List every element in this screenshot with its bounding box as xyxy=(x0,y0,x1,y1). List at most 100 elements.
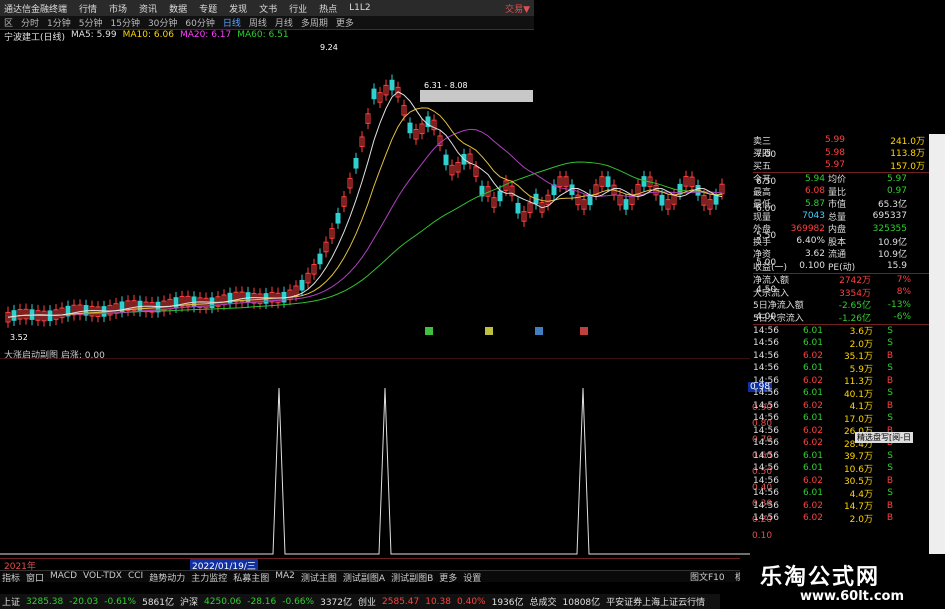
period-tab[interactable]: 周线 xyxy=(249,16,267,29)
cy-pct: 0.40% xyxy=(457,596,486,607)
tick-list[interactable]: 14:56 6.01 3.6万 S 14:56 6.01 2.0万 S 14:56 6.02 35.… xyxy=(753,323,929,525)
stat-label: PE(动) xyxy=(828,262,856,273)
sub-indicator-chart[interactable] xyxy=(0,358,750,558)
period-tab[interactable]: 1分钟 xyxy=(47,16,71,29)
indicator-tab[interactable]: CCI xyxy=(128,571,143,582)
stat-row: 外盘 369982 内盘 325355 xyxy=(753,223,929,236)
menu-hot[interactable]: 热点 xyxy=(319,2,337,15)
candlestick-chart[interactable]: 6.31 - 8.08 9.24 3.52 xyxy=(0,42,750,347)
trade-button[interactable]: 交易▼ xyxy=(505,2,534,15)
menu-market[interactable]: 市场 xyxy=(109,2,127,15)
indicator-tab[interactable]: 测试副图A xyxy=(343,571,385,584)
flow-pct: -6% xyxy=(893,312,911,323)
tick-price: 6.01 xyxy=(802,488,823,499)
indicator-tab[interactable]: 设置 xyxy=(463,571,481,584)
indicator-tab[interactable]: 趋势动力 xyxy=(149,571,185,584)
stat-value: 6.40% xyxy=(796,236,825,247)
timeline[interactable]: 2021年 2022/01/19/三 xyxy=(0,558,750,572)
status-bar: 上证 3285.38 -20.03 -0.61% 5861亿 沪深 4250.0… xyxy=(0,594,720,609)
indicator-tab[interactable]: 测试副图B xyxy=(391,571,433,584)
indicator-tab[interactable]: 窗口 xyxy=(26,571,44,584)
tick-time: 14:56 xyxy=(753,413,779,424)
stat-label: 股本 xyxy=(828,237,847,248)
ma10-line xyxy=(7,107,723,318)
menu-industry[interactable]: 行业 xyxy=(289,2,307,15)
period-tab[interactable]: 月线 xyxy=(275,16,293,29)
tick-row: 14:56 6.02 11.3万 B xyxy=(753,375,929,388)
period-tab[interactable]: 5分钟 xyxy=(79,16,103,29)
tick-volume: 11.3万 xyxy=(843,377,873,388)
stat-row: 收益(一) 0.100 PE(动) 15.9 xyxy=(753,260,929,273)
tick-side: S xyxy=(887,413,893,424)
indicator-tab[interactable]: VOL-TDX xyxy=(83,571,122,582)
sz-pct: -0.66% xyxy=(282,596,315,607)
tick-price: 6.01 xyxy=(802,338,823,349)
news-ticker[interactable]: 平安证券上海上证云行情 xyxy=(606,595,705,608)
tick-row: 14:56 6.02 30.5万 B xyxy=(753,475,929,488)
flow-value: -2.65亿 xyxy=(838,301,871,312)
menu-l1l2[interactable]: L1L2 xyxy=(349,3,370,13)
ma20-value: MA20: 6.17 xyxy=(179,30,232,40)
indicator-tab[interactable]: 测试主图 xyxy=(301,571,337,584)
indicator-tab[interactable]: 主力监控 xyxy=(191,571,227,584)
period-tab[interactable]: 更多 xyxy=(336,16,354,29)
cy-amount: 1936亿 xyxy=(491,598,524,608)
menu-docs[interactable]: 文书 xyxy=(259,2,277,15)
tick-price: 6.01 xyxy=(802,413,823,424)
indicator-tab[interactable]: MACD xyxy=(50,571,77,582)
stat-row: 最低 5.87 市值 65.3亿 xyxy=(753,198,929,211)
period-tab[interactable]: 60分钟 xyxy=(185,16,214,29)
period-tab[interactable]: 15分钟 xyxy=(111,16,140,29)
indicator-tab[interactable]: 更多 xyxy=(439,571,457,584)
tick-price: 6.02 xyxy=(802,400,823,411)
tick-side: S xyxy=(887,488,893,499)
menu-topics[interactable]: 专题 xyxy=(199,2,217,15)
period-tab[interactable]: 多周期 xyxy=(301,16,328,29)
flow-value: 2742万 xyxy=(839,276,871,287)
tick-volume: 40.1万 xyxy=(843,389,873,400)
period-tab-daily[interactable]: 日线 xyxy=(223,16,241,29)
order-book-row: 卖三 5.99 241.0万 xyxy=(753,134,929,147)
tick-time: 14:56 xyxy=(753,388,779,399)
flow-value: -1.26亿 xyxy=(838,313,871,324)
tick-volume: 4.4万 xyxy=(849,489,873,500)
candle-body xyxy=(515,202,521,214)
stat-label: 最高 xyxy=(753,187,772,198)
ask-label: 卖三 xyxy=(753,136,772,147)
candles xyxy=(5,74,725,328)
menu-data[interactable]: 数据 xyxy=(169,2,187,15)
period-tab[interactable]: 分时 xyxy=(21,16,39,29)
candle-body xyxy=(11,310,17,321)
stat-value: 3.62 xyxy=(804,248,825,259)
total-value: 10808亿 xyxy=(562,598,601,608)
candle-body xyxy=(371,88,377,100)
tick-row: 14:56 6.01 2.0万 S xyxy=(753,337,929,350)
menu-quotes[interactable]: 行情 xyxy=(79,2,97,15)
stat-value: 5.87 xyxy=(804,198,825,209)
period-tab[interactable]: 区 xyxy=(4,16,13,29)
bid-price: 5.98 xyxy=(824,147,845,158)
period-tab[interactable]: 30分钟 xyxy=(148,16,177,29)
side-tab-f10[interactable]: 图文F10 xyxy=(690,570,725,583)
tick-time: 14:56 xyxy=(753,425,779,436)
menu-discover[interactable]: 发现 xyxy=(229,2,247,15)
tick-row: 14:56 6.01 3.6万 S xyxy=(753,325,929,338)
quote-panel: 卖三 5.99 241.0万 买四 5.98 113.8万 买五 5.97 15… xyxy=(753,134,929,554)
menu-news[interactable]: 资讯 xyxy=(139,2,157,15)
flow-block: 净流入额 2742万 7% 大宗流入 3354万 8% 5日净流入额 -2.65亿 -13% 5日… xyxy=(753,272,929,324)
tick-side: S xyxy=(887,463,893,474)
stat-row: 现量 7043 总量 695337 xyxy=(753,210,929,223)
cy-value: 2585.47 xyxy=(382,596,420,607)
indicator-tab[interactable]: 指标 xyxy=(2,571,20,584)
tick-price: 6.01 xyxy=(802,388,823,399)
tick-volume: 30.5万 xyxy=(843,477,873,488)
right-sidebar[interactable] xyxy=(929,134,945,554)
stat-label: 市值 xyxy=(828,200,847,211)
candle-body xyxy=(317,253,323,265)
indicator-tab[interactable]: 私募主图 xyxy=(233,571,269,584)
flow-label: 5日净流入额 xyxy=(753,301,804,312)
tick-time: 14:56 xyxy=(753,350,779,361)
tick-price: 6.01 xyxy=(802,325,823,336)
indicator-tab[interactable]: MA2 xyxy=(275,571,295,582)
tick-row: 14:56 6.02 2.0万 B xyxy=(753,512,929,525)
